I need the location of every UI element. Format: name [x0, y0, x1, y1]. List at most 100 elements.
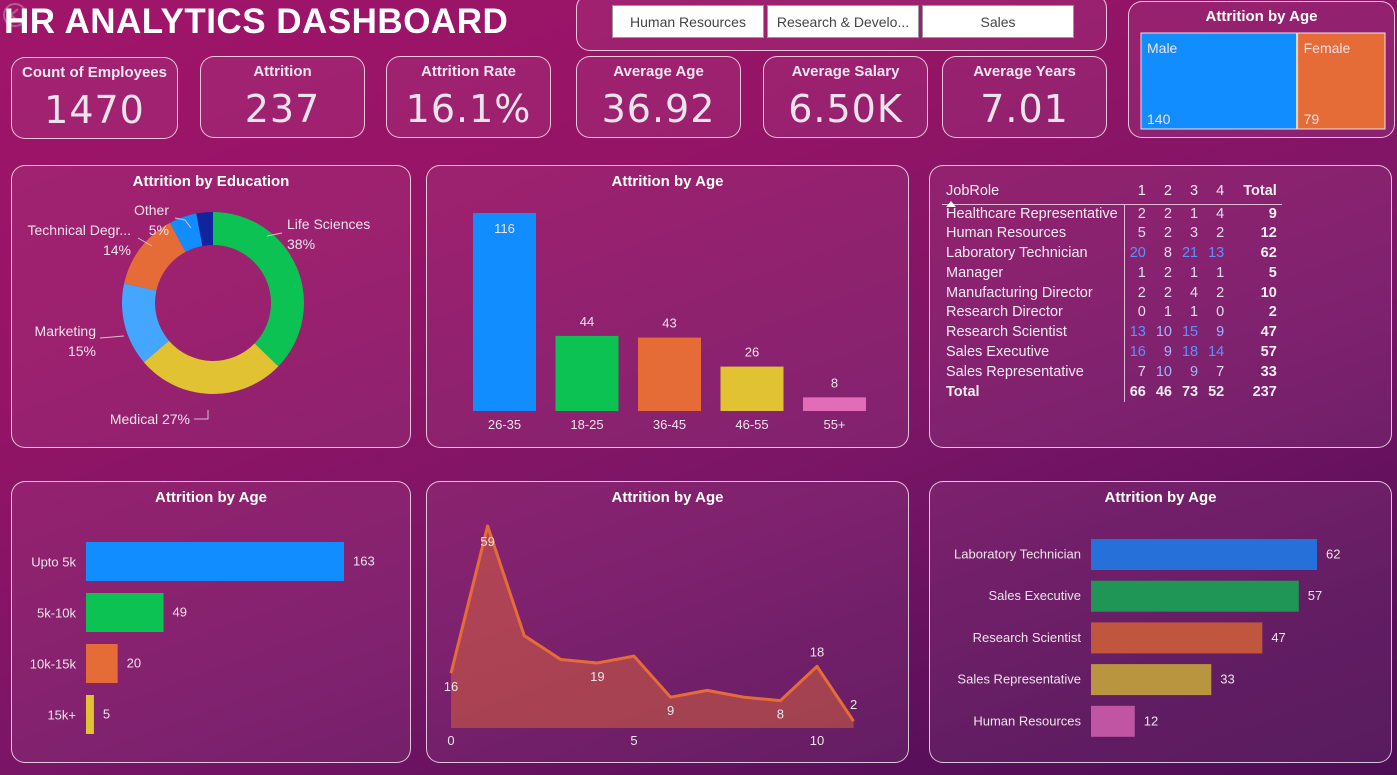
slicer-option-research-development[interactable]: Research & Develo...: [767, 5, 919, 38]
matrix-cell: 15: [1181, 324, 1199, 341]
donut-label: 38%: [287, 236, 315, 252]
column-header-3[interactable]: 3: [1177, 178, 1203, 204]
jobrole-data-label: 12: [1144, 713, 1158, 728]
column-header-2[interactable]: 2: [1151, 178, 1177, 204]
kpi-value: 1470: [44, 88, 145, 132]
matrix-cell: 9: [1190, 363, 1199, 380]
area-x-tick: 10: [810, 733, 824, 748]
kpi-label: Attrition: [253, 63, 312, 80]
column-axis-label: 26-35: [488, 417, 521, 432]
matrix-row-total: 10: [1260, 284, 1277, 301]
jobrole-axis-label: Human Resources: [973, 713, 1081, 728]
matrix-row-total: 47: [1260, 324, 1277, 341]
matrix-cell: 4: [1216, 205, 1225, 222]
matrix-row[interactable]: Manager 1 2 1 1 5: [942, 263, 1282, 284]
kpi-value: 36.92: [601, 87, 716, 131]
age-column-card: Attrition by Age 116 26-35 44 18-25 43 36-45 2…: [426, 165, 909, 448]
jobrole-bar-chart: Laboratory Technician 62 Sales Executive 57…: [954, 539, 1340, 737]
slicer-option-human-resources[interactable]: Human Resources: [612, 5, 764, 38]
matrix-row[interactable]: Research Director 0 1 1 0 2: [942, 303, 1282, 324]
kpi-value: 237: [244, 87, 321, 131]
column-header-total[interactable]: Total: [1229, 178, 1282, 204]
matrix-cell: 1: [1190, 264, 1199, 281]
kpi-card-average-salary: Average Salary 6.50K: [763, 56, 928, 138]
column-axis-label: 55+: [823, 417, 845, 432]
treemap-tile-label: Male: [1147, 40, 1178, 56]
matrix-row[interactable]: Sales Executive 16 9 18 14 57: [942, 343, 1282, 363]
matrix-row-label: Research Director: [942, 303, 1125, 324]
column-bar: [638, 337, 701, 411]
jobrole-axis-label: Laboratory Technician: [954, 547, 1081, 562]
salary-bar: [86, 593, 164, 632]
matrix-cell: 3: [1190, 225, 1199, 242]
matrix-cell: 13: [1208, 245, 1225, 262]
matrix-column-total: 46: [1155, 383, 1172, 400]
kpi-label: Average Age: [613, 63, 704, 80]
salary-bar-chart: Upto 5k 163 5k-10k 49 10k-15k 20 15k+ 5: [30, 542, 375, 734]
salary-data-label: 20: [127, 656, 141, 671]
matrix-cell: 8: [1163, 245, 1172, 262]
matrix-cell: 7: [1137, 363, 1146, 380]
kpi-card-count-of-employees: Count of Employees 1470: [11, 57, 178, 139]
matrix-row[interactable]: Laboratory Technician 20 8 21 13 62: [942, 244, 1282, 264]
column-bar: [473, 213, 536, 411]
column-header-jobrole[interactable]: JobRole: [942, 178, 1124, 207]
donut-label: Marketing: [35, 323, 96, 339]
sort-ascending-icon[interactable]: [946, 200, 956, 207]
matrix-row-total: 5: [1268, 264, 1277, 281]
column-bar: [555, 335, 619, 411]
column-header-label: JobRole: [946, 182, 1000, 199]
salary-axis-label: 5k-10k: [37, 606, 77, 621]
column-data-label: 116: [494, 221, 515, 236]
matrix-cell: 0: [1216, 304, 1225, 321]
salary-bar: [86, 542, 344, 581]
matrix-row-label: Healthcare Representative: [942, 204, 1125, 225]
matrix-row-label: Sales Executive: [942, 343, 1125, 363]
jobrole-data-label: 57: [1308, 588, 1322, 603]
area-x-tick: 5: [630, 733, 637, 748]
dashboard-title: HR ANALYTICS DASHBOARD: [4, 2, 509, 41]
matrix-cell: 2: [1163, 225, 1172, 242]
matrix-cell: 13: [1129, 324, 1146, 341]
matrix-column-total: 66: [1129, 383, 1146, 400]
donut-label: Life Sciences: [287, 216, 370, 232]
matrix-cell: 0: [1137, 304, 1146, 321]
area-fill: [451, 526, 854, 728]
donut-leader-line: [194, 410, 209, 420]
column-header-4[interactable]: 4: [1203, 178, 1229, 204]
matrix-row[interactable]: Human Resources 5 2 3 2 12: [942, 224, 1282, 245]
jobrole-matrix-card: JobRole 1 2 3 4 Total Healthcare Represe…: [929, 165, 1392, 448]
matrix-row[interactable]: Healthcare Representative 2 2 1 4 9: [942, 204, 1282, 225]
donut-label: 15%: [68, 343, 96, 359]
matrix-row-label: Research Scientist: [942, 323, 1125, 344]
matrix-row-total: 9: [1268, 205, 1277, 222]
years-area-chart: 16 59 19 9 8 18 2 0 5 10: [444, 524, 857, 748]
donut-label: 14%: [103, 242, 131, 258]
donut-leader-line: [99, 335, 125, 339]
donut-label: Other: [134, 202, 169, 218]
kpi-label: Average Years: [973, 63, 1076, 80]
jobrole-data-label: 33: [1220, 672, 1234, 687]
matrix-row[interactable]: Research Scientist 13 10 15 9 47: [942, 323, 1282, 344]
matrix-cell: 10: [1155, 324, 1172, 341]
kpi-card-attrition-rate: Attrition Rate 16.1%: [386, 56, 551, 138]
jobrole-axis-label: Research Scientist: [973, 630, 1082, 645]
donut-label: 5%: [149, 222, 169, 238]
matrix-grand-total: 237: [1252, 383, 1277, 400]
column-header-1[interactable]: 1: [1124, 178, 1151, 204]
matrix-cell: 1: [1137, 264, 1146, 281]
slicer-option-sales[interactable]: Sales: [922, 5, 1074, 38]
column-data-label: 43: [662, 316, 676, 331]
area-data-label: 59: [480, 534, 494, 549]
matrix-row[interactable]: Sales Representative 7 10 9 7 33: [942, 362, 1282, 383]
column-axis-label: 46-55: [735, 417, 768, 432]
matrix-cell: 1: [1216, 264, 1225, 281]
matrix-cell: 5: [1137, 225, 1146, 242]
matrix-row[interactable]: Manufacturing Director 2 2 4 2 10: [942, 283, 1282, 304]
matrix-cell: 10: [1155, 363, 1172, 380]
matrix-cell: 2: [1216, 225, 1225, 242]
donut-label: Technical Degr...: [28, 222, 132, 238]
gender-treemap-card: Attrition by Age Male 140 Female 79: [1128, 1, 1395, 138]
column-bar: [803, 397, 866, 411]
salary-axis-label: 15k+: [47, 708, 76, 723]
